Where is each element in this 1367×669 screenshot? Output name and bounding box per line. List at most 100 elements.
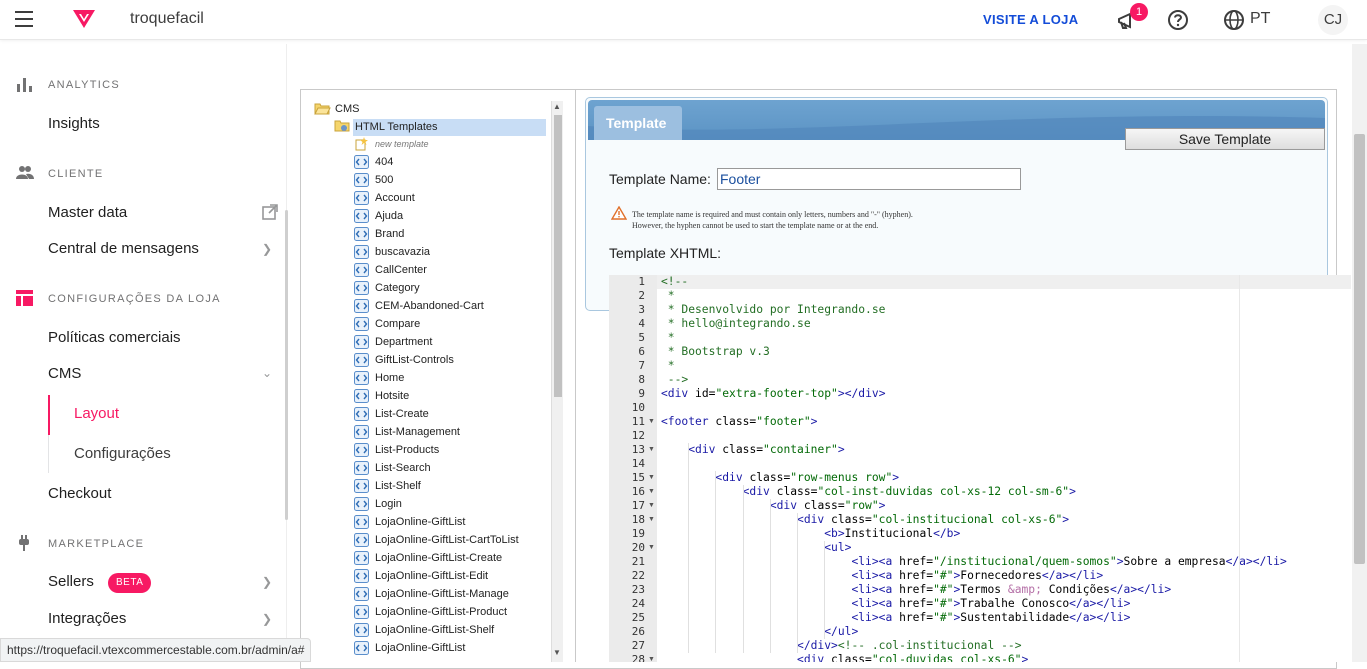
- template-name-input[interactable]: Footer: [717, 168, 1021, 190]
- globe-icon[interactable]: [1223, 9, 1245, 36]
- sidebar-item-insights[interactable]: Insights: [48, 115, 100, 132]
- template-tree: CMS HTML Templates new template 404 500 Ac…: [301, 90, 553, 662]
- code-line: </ul>: [824, 625, 859, 638]
- help-icon[interactable]: [1167, 9, 1189, 36]
- save-template-button[interactable]: Save Template: [1125, 128, 1325, 150]
- code-line: *: [661, 331, 675, 344]
- sidebar-item-cms[interactable]: CMS: [48, 365, 81, 382]
- visit-store-link[interactable]: VISITE A LOJA: [983, 12, 1078, 27]
- chevron-down-icon: ⌄: [262, 366, 273, 380]
- pane-divider: [575, 90, 576, 662]
- sidebar-item-sellers[interactable]: Sellers: [48, 573, 94, 590]
- code-line: <b>Institucional</b>: [824, 527, 961, 540]
- sidebar-item-configuracoes[interactable]: Configurações: [74, 445, 171, 462]
- tab-template[interactable]: Template: [594, 106, 682, 140]
- fold-arrow-icon[interactable]: ▼: [648, 502, 655, 509]
- line-number: 6: [638, 345, 645, 358]
- line-number: 8: [638, 373, 645, 386]
- fold-arrow-icon[interactable]: ▼: [648, 656, 655, 662]
- line-number: 21: [631, 555, 645, 568]
- avatar[interactable]: CJ: [1318, 5, 1348, 35]
- chevron-right-icon: ❯: [262, 575, 273, 589]
- line-number: 9: [638, 387, 645, 400]
- line-number: 1: [638, 275, 645, 288]
- chevron-right-icon: ❯: [262, 612, 273, 626]
- code-line: <!--: [661, 275, 689, 288]
- template-file-icon: [354, 263, 369, 280]
- sidebar-item-central-mensagens[interactable]: Central de mensagens: [48, 240, 199, 257]
- top-bar: troquefacil VISITE A LOJA 1 PT CJ: [0, 0, 1367, 40]
- line-number: 13: [631, 443, 645, 456]
- fold-arrow-icon[interactable]: ▼: [648, 544, 655, 551]
- template-file-icon: [354, 497, 369, 514]
- template-file-icon: [354, 641, 369, 658]
- active-line-highlight: [657, 275, 1351, 289]
- code-line: <li><a href="#">Trabalhe Conosco</a></li…: [851, 597, 1131, 610]
- tree-scroll-thumb[interactable]: [554, 115, 562, 397]
- main-content: CMS HTML Templates new template 404 500 Ac…: [288, 44, 1367, 669]
- code-line: -->: [661, 373, 689, 386]
- template-file-icon: [354, 353, 369, 370]
- menu-icon[interactable]: [15, 11, 33, 27]
- line-number: 25: [631, 611, 645, 624]
- active-indicator: [48, 395, 50, 435]
- template-file-icon: [354, 443, 369, 460]
- fold-arrow-icon[interactable]: ▼: [648, 488, 655, 495]
- scroll-up-icon[interactable]: ▲: [553, 102, 561, 111]
- sidebar-item-master-data[interactable]: Master data: [48, 204, 127, 221]
- code-line: <ul>: [824, 541, 852, 554]
- line-number: 11: [631, 415, 645, 428]
- sidebar-item-layout[interactable]: Layout: [74, 405, 119, 422]
- fold-arrow-icon[interactable]: ▼: [648, 516, 655, 523]
- line-number: 10: [631, 401, 645, 414]
- line-number: 23: [631, 583, 645, 596]
- scroll-down-icon[interactable]: ▼: [553, 648, 561, 657]
- template-file-icon: [354, 299, 369, 316]
- template-file-icon: [354, 335, 369, 352]
- code-line: *: [661, 289, 675, 302]
- line-number: 12: [631, 429, 645, 442]
- language-selector[interactable]: PT: [1250, 10, 1270, 28]
- template-file-icon: [354, 245, 369, 262]
- template-file-icon: [354, 605, 369, 622]
- tree-scrollbar[interactable]: ▲ ▼: [551, 101, 563, 662]
- line-gutter: 1 2 3 4 5 6 7 8 9 10 11 ▼ 12 13 ▼ 14 15 ▼ 16 ▼ 17 ▼ 18 ▼ 19 20 ▼ 21…: [609, 275, 657, 662]
- template-file-icon: [354, 389, 369, 406]
- indent-guide: [797, 513, 798, 653]
- fold-arrow-icon[interactable]: ▼: [648, 474, 655, 481]
- sidebar-item-checkout[interactable]: Checkout: [48, 485, 111, 502]
- status-bar-url: https://troquefacil.vtexcommercestable.c…: [0, 638, 312, 662]
- line-number: 16: [631, 485, 645, 498]
- line-number: 17: [631, 499, 645, 512]
- line-number: 7: [638, 359, 645, 372]
- code-line: * Desenvolvido por Integrando.se: [661, 303, 886, 316]
- template-file-icon: [354, 281, 369, 298]
- page-scroll-thumb[interactable]: [1354, 134, 1365, 564]
- template-file-icon: [354, 425, 369, 442]
- vtex-logo[interactable]: [72, 9, 96, 34]
- sidebar-item-integracoes[interactable]: Integrações: [48, 610, 126, 627]
- template-file-icon: [354, 191, 369, 208]
- sidebar: ANALYTICS Insights CLIENTE Master data C…: [0, 44, 287, 662]
- layout-icon: [16, 290, 34, 309]
- line-number: 20: [631, 541, 645, 554]
- line-number: 5: [638, 331, 645, 344]
- code-editor[interactable]: 1 2 3 4 5 6 7 8 9 10 11 ▼ 12 13 ▼ 14 15 ▼ 16 ▼ 17 ▼ 18 ▼ 19 20 ▼ 21…: [609, 275, 1351, 662]
- fold-arrow-icon[interactable]: ▼: [648, 418, 655, 425]
- code-line: <div id="extra-footer-top"></div>: [661, 387, 886, 400]
- template-file-icon: [354, 155, 369, 172]
- page-scrollbar[interactable]: [1352, 44, 1367, 662]
- external-link-icon[interactable]: [262, 204, 278, 225]
- line-number: 19: [631, 527, 645, 540]
- template-file-icon: [354, 209, 369, 226]
- beta-badge: BETA: [108, 573, 152, 593]
- line-number: 2: [638, 289, 645, 302]
- sidebar-item-politicas[interactable]: Políticas comerciais: [48, 329, 181, 346]
- code-line: <div class="row">: [769, 499, 886, 512]
- fold-arrow-icon[interactable]: ▼: [648, 446, 655, 453]
- submenu-line: [48, 435, 49, 473]
- template-name-label: Template Name:: [609, 171, 711, 187]
- template-file-icon: [354, 479, 369, 496]
- code-line: <li><a href="#">Sustentabilidade</a></li…: [851, 611, 1131, 624]
- line-number: 18: [631, 513, 645, 526]
